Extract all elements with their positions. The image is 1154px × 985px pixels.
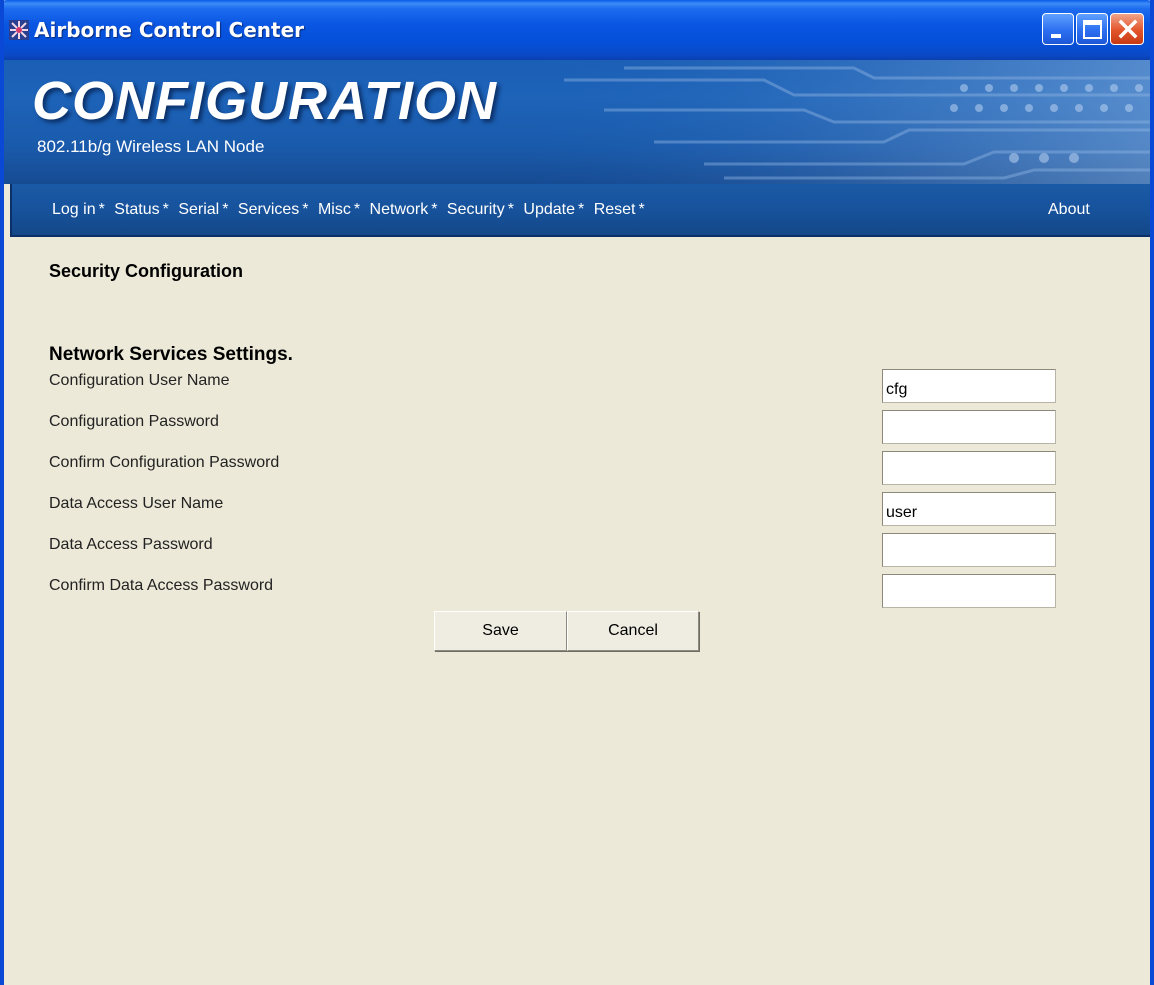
header-banner: CONFIGURATION 802.11b/g Wireless LAN Nod… [4, 60, 1150, 184]
nav-separator: * [98, 201, 105, 218]
banner-title: CONFIGURATION [32, 71, 497, 131]
nav-separator: * [222, 201, 229, 218]
config-username-label: Configuration User Name [49, 372, 230, 389]
confirm-config-password-input[interactable] [882, 451, 1056, 485]
section-title: Network Services Settings. [49, 344, 293, 365]
nav-item-update[interactable]: Update [523, 201, 575, 218]
nav-item-misc[interactable]: Misc [318, 201, 351, 218]
maximize-button[interactable] [1076, 13, 1108, 45]
app-window: Airborne Control Center CONFIGURATION 80… [0, 0, 1154, 985]
nav-separator: * [353, 201, 361, 218]
nav-bar: Log in * Status * Serial * Services * Misc * … [10, 184, 1150, 237]
close-icon [1118, 19, 1138, 39]
nav-item-serial[interactable]: Serial [178, 201, 219, 218]
nav-separator: * [162, 201, 169, 218]
config-password-label: Configuration Password [49, 413, 219, 430]
data-access-password-label: Data Access Password [49, 536, 213, 553]
config-username-input[interactable] [882, 369, 1056, 403]
confirm-data-access-password-label: Confirm Data Access Password [49, 577, 274, 594]
maximize-icon [1083, 20, 1102, 39]
banner-subtitle: 802.11b/g Wireless LAN Node [37, 137, 265, 156]
title-bar[interactable]: Airborne Control Center [4, 0, 1150, 60]
confirm-data-access-password-input[interactable] [882, 574, 1056, 608]
confirm-config-password-label: Confirm Configuration Password [49, 454, 280, 471]
minimize-button[interactable] [1042, 13, 1074, 45]
window-title: Airborne Control Center [34, 18, 304, 42]
data-access-username-label: Data Access User Name [49, 495, 224, 512]
nav-separator: * [431, 201, 438, 218]
save-button[interactable]: Save [434, 611, 567, 651]
nav-item-log-in[interactable]: Log in [52, 201, 96, 218]
nav-item-security[interactable]: Security [447, 201, 505, 218]
nav-links: Log in * Status * Serial * Services * Misc * … [52, 201, 650, 219]
nav-separator: * [302, 201, 309, 218]
page-title: Security Configuration [49, 261, 244, 281]
data-access-username-input[interactable] [882, 492, 1056, 526]
nav-item-reset[interactable]: Reset [594, 201, 636, 218]
nav-item-network[interactable]: Network [370, 201, 429, 218]
nav-item-status[interactable]: Status [114, 201, 159, 218]
config-password-input[interactable] [882, 410, 1056, 444]
app-icon [9, 20, 29, 40]
nav-item-services[interactable]: Services [238, 201, 299, 218]
data-access-password-input[interactable] [882, 533, 1056, 567]
minimize-icon [1051, 34, 1061, 38]
nav-item-about[interactable]: About [1048, 201, 1090, 219]
nav-separator: * [578, 201, 585, 218]
nav-separator: * [507, 201, 514, 218]
nav-separator: * [638, 201, 645, 218]
close-button[interactable] [1110, 13, 1144, 45]
cancel-button[interactable]: Cancel [567, 611, 699, 651]
